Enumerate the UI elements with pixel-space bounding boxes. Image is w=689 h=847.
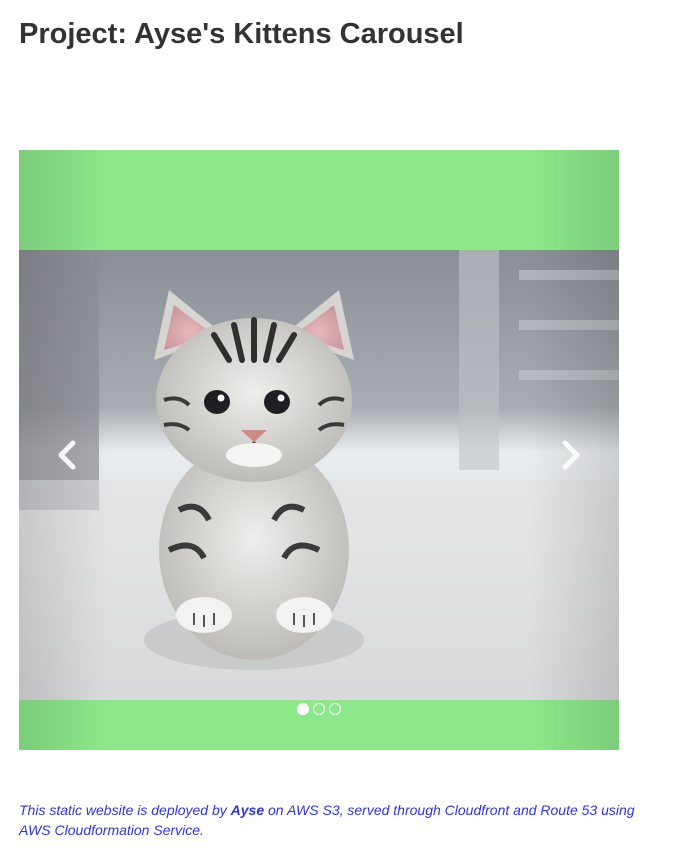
kittens-carousel bbox=[19, 150, 619, 750]
previous-slide-button[interactable] bbox=[19, 150, 109, 750]
carousel-indicators bbox=[19, 703, 619, 715]
slide-indicator-1[interactable] bbox=[297, 703, 309, 715]
chevron-left-icon bbox=[58, 440, 76, 470]
next-slide-button[interactable] bbox=[529, 150, 619, 750]
chevron-right-icon bbox=[562, 440, 580, 470]
deployment-note: This static website is deployed by Ayse … bbox=[19, 800, 639, 840]
slide-indicator-2[interactable] bbox=[313, 703, 325, 715]
slide-indicator-3[interactable] bbox=[329, 703, 341, 715]
deployment-note-prefix: This static website is deployed by bbox=[19, 802, 231, 818]
author-name: Ayse bbox=[230, 802, 265, 818]
page-title: Project: Ayse's Kittens Carousel bbox=[19, 18, 464, 50]
page: Project: Ayse's Kittens Carousel This st… bbox=[0, 0, 689, 847]
